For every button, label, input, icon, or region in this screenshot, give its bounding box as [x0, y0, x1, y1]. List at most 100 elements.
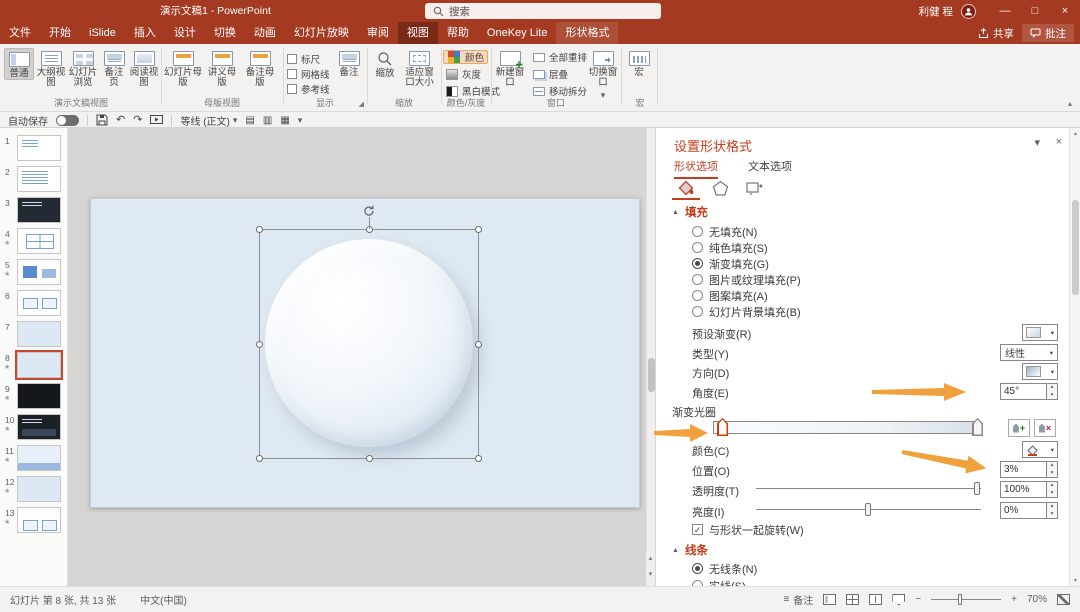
language-indicator[interactable]: 中文(中国): [140, 592, 187, 607]
save-icon[interactable]: [96, 114, 108, 126]
slide-editing-surface[interactable]: [90, 198, 640, 508]
type-dropdown[interactable]: 线性 ▾: [1000, 344, 1058, 361]
start-slideshow-icon[interactable]: [150, 115, 163, 126]
outline-view-button[interactable]: 大纲视图: [36, 48, 66, 88]
canvas-scrollbar[interactable]: [646, 128, 655, 586]
tab-slideshow[interactable]: 幻灯片放映: [285, 22, 358, 44]
selection-handle-s[interactable]: [366, 455, 373, 462]
zoom-percentage[interactable]: 70%: [1027, 594, 1047, 605]
spin-down-icon[interactable]: ▾: [1047, 470, 1057, 478]
tab-islide[interactable]: iSlide: [80, 22, 125, 44]
slide-thumbnail-11[interactable]: 11 ★: [0, 444, 67, 475]
slide-thumbnail-12[interactable]: 12 ★: [0, 475, 67, 506]
search-input[interactable]: 搜索: [425, 3, 661, 19]
qat-overflow-icon[interactable]: ▾: [298, 115, 303, 126]
notes-button[interactable]: 备注: [336, 48, 362, 78]
zoom-slider-thumb[interactable]: [958, 594, 962, 605]
spin-up-icon[interactable]: ▴: [1047, 482, 1057, 490]
selection-handle-sw[interactable]: [256, 455, 263, 462]
transparency-slider[interactable]: [756, 481, 981, 496]
direction-dropdown[interactable]: ▾: [1022, 363, 1058, 380]
align-icon[interactable]: ▤: [245, 114, 254, 127]
comments-button[interactable]: 批注: [1022, 24, 1074, 42]
slide-sorter-view-button[interactable]: [846, 594, 859, 605]
brightness-spinner[interactable]: 0% ▴▾: [1000, 502, 1058, 519]
selection-handle-nw[interactable]: [256, 226, 263, 233]
normal-view-button[interactable]: [823, 594, 836, 605]
minimize-button[interactable]: —: [990, 0, 1020, 22]
gradient-stop-selected[interactable]: [717, 418, 728, 436]
canv-scrollbar-thumb[interactable]: [648, 358, 655, 392]
tab-text-options[interactable]: 文本选项: [748, 158, 792, 177]
slider-thumb[interactable]: [974, 482, 980, 495]
slide-sorter-button[interactable]: 幻灯片浏览: [67, 48, 99, 88]
spin-up-icon[interactable]: ▴: [1047, 503, 1057, 511]
spin-up-icon[interactable]: ▴: [1047, 462, 1057, 470]
next-slide-button[interactable]: ▾: [646, 568, 655, 582]
slide-thumbnail-13[interactable]: 13 ★: [0, 506, 67, 537]
tab-insert[interactable]: 插入: [125, 22, 165, 44]
color-dropdown[interactable]: ▾: [1022, 441, 1058, 458]
spinner-arrows[interactable]: ▴▾: [1047, 461, 1058, 478]
slide-thumbnail-6[interactable]: 6: [0, 289, 67, 320]
tab-animations[interactable]: 动画: [245, 22, 285, 44]
cascade-button[interactable]: 层叠: [530, 67, 571, 81]
tab-transitions[interactable]: 切换: [205, 22, 245, 44]
previous-slide-button[interactable]: ▴: [646, 552, 655, 566]
remove-gradient-stop-button[interactable]: ×: [1034, 419, 1056, 437]
add-gradient-stop-button[interactable]: +: [1008, 419, 1030, 437]
autosave-toggle[interactable]: [56, 115, 79, 126]
spin-down-icon[interactable]: ▾: [1047, 490, 1057, 498]
angle-value[interactable]: 45°: [1000, 383, 1047, 400]
zoom-in-icon[interactable]: +: [1011, 594, 1017, 605]
fit-slide-to-window-icon[interactable]: [1057, 594, 1070, 605]
pane-scrollbar[interactable]: ▴ ▾: [1069, 128, 1080, 586]
rotation-handle[interactable]: [362, 204, 376, 218]
selection-handle-w[interactable]: [256, 341, 263, 348]
slide-thumbnail-1[interactable]: 1: [0, 134, 67, 165]
slide-thumbnail-4[interactable]: 4 ★: [0, 227, 67, 258]
font-selector[interactable]: 等线 (正文) ▾: [180, 113, 237, 128]
color-button[interactable]: 颜色: [443, 50, 488, 64]
spinner-arrows[interactable]: ▴▾: [1047, 502, 1058, 519]
scroll-up-icon[interactable]: ▴: [1070, 130, 1080, 137]
radio-background-fill[interactable]: 幻灯片背景填充(B): [692, 304, 801, 319]
fill-section-header[interactable]: ▲ 填充: [672, 204, 708, 220]
tab-review[interactable]: 审阅: [358, 22, 398, 44]
tab-shape-format[interactable]: 形状格式: [556, 22, 618, 44]
line-section-header[interactable]: ▲ 线条: [672, 542, 708, 558]
undo-icon[interactable]: ↶: [116, 114, 125, 127]
slide-thumbnail-7[interactable]: 7: [0, 320, 67, 351]
radio-solid-fill[interactable]: 纯色填充(S): [692, 240, 768, 255]
notes-page-button[interactable]: 备注页: [100, 48, 128, 88]
slide-master-button[interactable]: 幻灯片母版: [164, 48, 202, 88]
fit-to-window-button[interactable]: 适应窗口大小: [401, 48, 438, 88]
guides-checkbox[interactable]: 参考线: [287, 82, 330, 95]
grayscale-button[interactable]: 灰度: [443, 67, 484, 81]
zoom-button[interactable]: 缩放: [370, 48, 400, 79]
tab-help[interactable]: 帮助: [438, 22, 478, 44]
normal-view-button[interactable]: 普通: [4, 48, 34, 80]
reading-view-button[interactable]: 阅读视图: [129, 48, 159, 88]
slider-thumb[interactable]: [865, 503, 871, 516]
scroll-down-icon[interactable]: ▾: [1070, 577, 1080, 584]
tab-home[interactable]: 开始: [40, 22, 80, 44]
new-window-button[interactable]: 新建窗口: [494, 48, 526, 88]
slider-track[interactable]: [756, 488, 981, 489]
collapse-ribbon-icon[interactable]: ▴: [1068, 99, 1072, 108]
selection-handle-ne[interactable]: [475, 226, 482, 233]
pane-close-icon[interactable]: ×: [1056, 136, 1062, 148]
brightness-value[interactable]: 0%: [1000, 502, 1047, 519]
switch-windows-button[interactable]: 切换窗口 ▾: [588, 48, 618, 100]
position-value[interactable]: 3%: [1000, 461, 1047, 478]
tab-onekey-lite[interactable]: OneKey Lite: [478, 22, 557, 44]
spinner-arrows[interactable]: ▴▾: [1047, 383, 1058, 400]
selection-handle-se[interactable]: [475, 455, 482, 462]
restore-button[interactable]: □: [1020, 0, 1050, 22]
radio-pattern-fill[interactable]: 图案填充(A): [692, 288, 768, 303]
reading-view-button[interactable]: [869, 594, 882, 605]
spin-up-icon[interactable]: ▴: [1047, 384, 1057, 392]
radio-no-line[interactable]: 无线条(N): [692, 561, 757, 576]
slide-thumbnail-10[interactable]: 10 ★: [0, 413, 67, 444]
tab-design[interactable]: 设计: [165, 22, 205, 44]
